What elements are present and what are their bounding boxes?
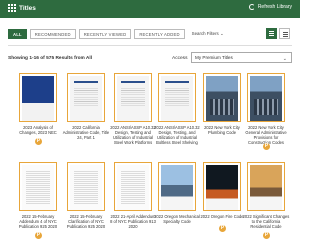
titles-heading: Titles (8, 4, 36, 12)
titles-heading-text: Titles (19, 4, 36, 12)
refresh-library-button[interactable]: Refresh Library (248, 4, 292, 10)
book-title-12[interactable]: 2022 Significant Changes to the Californ… (242, 214, 290, 229)
book-title-11[interactable]: 2022 Oregon Fire Code (198, 214, 246, 219)
divider (8, 45, 292, 46)
refresh-library-label: Refresh Library (257, 4, 292, 10)
search-filters-label: Search Filters (191, 31, 219, 36)
book-title-1[interactable]: 2023 Analysis of Changes, 2023 NEC (14, 125, 62, 135)
library-tabs: ALL RECOMMENDED RECENTLY VIEWED RECENTLY… (8, 29, 224, 39)
book-cover-3[interactable] (114, 73, 152, 122)
access-select[interactable]: My Premium Titles ⌄ (191, 52, 292, 63)
book-title-4[interactable]: 2022 ANSI/ASSP A10.32 Design, Testing, a… (153, 125, 201, 145)
book-cover-9[interactable] (114, 162, 152, 211)
premium-badge-icon: P (219, 225, 226, 232)
titles-page: Titles Refresh Library ALL RECOMMENDED R… (0, 0, 300, 250)
grid-icon (8, 4, 16, 12)
premium-badge-icon: P (263, 232, 270, 239)
book-title-9[interactable]: 2022 21-April Addendum 8 of NYC Publicat… (109, 214, 157, 229)
book-cover-10[interactable] (158, 162, 196, 211)
book-cover-8[interactable] (67, 162, 105, 211)
book-cover-7[interactable] (19, 162, 57, 211)
book-cover-11[interactable] (203, 162, 241, 211)
search-filters-dropdown[interactable]: Search Filters ⌄ (192, 31, 224, 37)
book-title-7[interactable]: 2022 15-February Addendum 4 of NYC Publi… (14, 214, 62, 229)
chevron-down-icon: ⌄ (220, 31, 224, 36)
titles-header-bar: Titles Refresh Library (0, 0, 300, 18)
list-view-button[interactable] (279, 28, 290, 39)
grid-view-button[interactable] (266, 28, 277, 39)
access-selected-value: My Premium Titles (195, 55, 233, 60)
book-cover-5[interactable] (203, 73, 241, 122)
premium-badge-icon: P (263, 143, 270, 150)
book-cover-6[interactable] (247, 73, 285, 122)
book-cover-2[interactable] (67, 73, 105, 122)
book-title-5[interactable]: 2022 New York City Plumbing Code (198, 125, 246, 135)
tab-recently-viewed[interactable]: RECENTLY VIEWED (78, 29, 132, 39)
book-title-2[interactable]: 2022 California Administrative Code, Tit… (62, 125, 110, 140)
book-title-3[interactable]: 2022 ANSI/ASSP A10.32 Design, Testing an… (109, 125, 157, 145)
tab-recently-added[interactable]: RECENTLY ADDED (134, 29, 185, 39)
book-cover-1[interactable] (19, 73, 57, 122)
access-label: Access (172, 56, 188, 61)
premium-badge-icon: P (35, 138, 42, 145)
tab-all[interactable]: ALL (8, 29, 27, 39)
book-cover-4[interactable] (158, 73, 196, 122)
refresh-icon (248, 4, 255, 10)
premium-badge-icon: P (35, 232, 42, 239)
chevron-down-icon: ⌄ (282, 56, 287, 62)
tab-recommended[interactable]: RECOMMENDED (29, 29, 76, 39)
results-count: Showing 1-16 of 575 Results from All (8, 56, 93, 61)
book-title-8[interactable]: 2022 15-February Clarification of NYC Pu… (62, 214, 110, 229)
book-cover-12[interactable] (247, 162, 285, 211)
book-title-10[interactable]: 2022 Oregon Mechanical Specialty Code (153, 214, 201, 224)
